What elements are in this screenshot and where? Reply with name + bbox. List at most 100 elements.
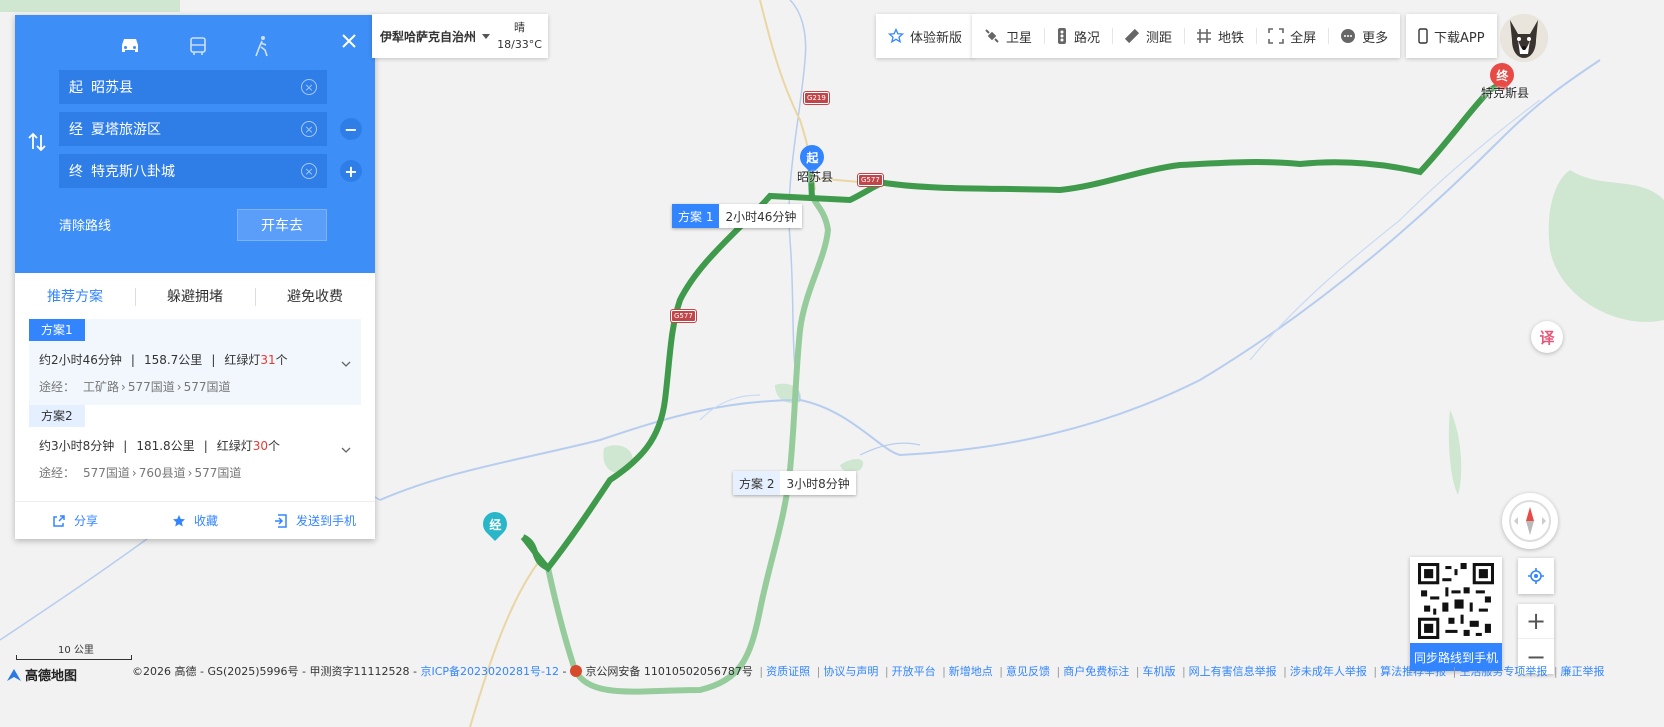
remove-via-button[interactable]: − [340, 118, 362, 140]
compass[interactable] [1502, 493, 1558, 549]
footer-link[interactable]: 协议与声明 [823, 665, 878, 678]
footer-link[interactable]: 资质证照 [766, 665, 810, 678]
tab-avoid-toll[interactable]: 避免收费 [255, 286, 375, 306]
start-input[interactable]: 起 昭苏县 × [59, 70, 327, 104]
footer: ©2026 高德 - GS(2025)5996号 - 甲测资字11112528 … [132, 665, 1605, 678]
share-icon [53, 514, 65, 527]
fullscreen-button[interactable]: 全屏 [1256, 14, 1328, 58]
footer-link[interactable]: 涉未成年人举报 [1290, 665, 1367, 678]
highway-shield: G219 [803, 91, 830, 105]
via-road: 577国道 [127, 380, 175, 394]
end-value: 特克斯八卦城 [91, 164, 175, 180]
satellite-button[interactable]: 卫星 [972, 14, 1044, 58]
drive-go-button[interactable]: 开车去 [237, 209, 327, 241]
plan-1-card[interactable]: 方案1 约2小时46分钟 | 158.7公里 | 红绿灯31个 途经： 工矿路 › 577国道… [29, 319, 361, 405]
add-via-button[interactable]: + [340, 160, 362, 182]
download-label: 下载APP [1434, 30, 1485, 46]
route-panel-header: 起 昭苏县 × 经 夏塔旅游区 × − 终 特克斯八卦城 × + 清除路线 开车… [15, 15, 375, 273]
car-icon[interactable] [115, 31, 145, 61]
measure-button[interactable]: 测距 [1112, 14, 1184, 58]
end-city-label: 特克斯县 [1481, 86, 1530, 100]
footer-dash: - [562, 665, 570, 678]
clear-via-icon[interactable]: × [301, 121, 317, 137]
route-panel: 起 昭苏县 × 经 夏塔旅游区 × − 终 特克斯八卦城 × + 清除路线 开车… [15, 15, 375, 539]
plan-summary: 约3小时8分钟 | 181.8公里 | 红绿灯30个 [39, 439, 281, 453]
footer-link[interactable]: 意见反馈 [1006, 665, 1050, 678]
close-icon[interactable] [337, 29, 361, 53]
traffic-label: 路况 [1074, 30, 1101, 46]
new-version-button[interactable]: 体验新版 [876, 14, 974, 58]
scale-label: 10 公里 [58, 645, 94, 656]
route-2-tag[interactable]: 方案 2 3小时8分钟 [733, 471, 856, 495]
icp-link[interactable]: 京ICP备2023020281号-12 [420, 665, 559, 678]
police-badge-icon [569, 665, 582, 677]
footer-link[interactable]: 开放平台 [892, 665, 936, 678]
plan-lights-unit: 个 [275, 353, 288, 367]
footer-link[interactable]: 生活服务专项举报 [1459, 665, 1547, 678]
copyright-text: ©2026 高德 - GS(2025)5996号 - 甲测资字11112528 … [132, 665, 417, 678]
route-tag-name: 方案 1 [672, 204, 720, 228]
city-selector[interactable]: 伊犁哈萨克自治州 晴 18/33°C [372, 14, 548, 58]
highway-shield: G577 [857, 173, 884, 187]
plan-2-card[interactable]: 方案2 约3小时8分钟 | 181.8公里 | 红绿灯30个 途经： 577国道 › 760县… [29, 405, 361, 491]
start-city-label: 昭苏县 [797, 170, 834, 184]
phone-icon [1418, 28, 1428, 44]
share-button[interactable]: 分享 [15, 512, 135, 529]
locate-icon [1528, 568, 1544, 584]
subway-button[interactable]: 地铁 [1184, 14, 1256, 58]
swap-icon[interactable] [27, 132, 47, 152]
tab-recommended[interactable]: 推荐方案 [15, 286, 135, 306]
new-version-box: 体验新版 [876, 14, 975, 58]
plan-badge: 方案1 [29, 319, 85, 341]
footer-link[interactable]: 廉正举报 [1561, 665, 1605, 678]
tab-avoid-congestion[interactable]: 躲避拥堵 [135, 286, 255, 306]
plan-distance: 158.7公里 [143, 353, 203, 367]
clear-start-icon[interactable]: × [301, 79, 317, 95]
plan-via: 途经： 577国道 › 760县道 › 577国道 [39, 466, 242, 480]
download-app-button[interactable]: 下载APP [1406, 14, 1497, 58]
via-label: 经 [69, 122, 83, 138]
plan-duration: 约2小时46分钟 [39, 353, 122, 367]
translate-button[interactable]: 译 [1531, 321, 1563, 353]
start-value: 昭苏县 [91, 80, 133, 96]
share-label: 分享 [73, 514, 98, 528]
satellite-label: 卫星 [1006, 30, 1033, 46]
footer-link[interactable]: 算法推荐举报 [1380, 665, 1446, 678]
weather-widget: 晴 18/33°C [497, 19, 542, 53]
footer-link[interactable]: 商户免费标注 [1063, 665, 1129, 678]
send-to-phone-button[interactable]: 发送到手机 [255, 512, 375, 529]
footer-link[interactable]: 新增地点 [949, 665, 993, 678]
avatar[interactable] [1500, 14, 1548, 62]
more-button[interactable]: 更多 [1328, 14, 1400, 58]
zoom-in-button[interactable]: + [1518, 604, 1554, 639]
qr-code-box[interactable]: 同步路线到手机 [1410, 557, 1502, 671]
walk-icon[interactable] [247, 31, 277, 61]
clear-route-link[interactable]: 清除路线 [59, 215, 111, 234]
new-version-label: 体验新版 [910, 30, 963, 46]
more-icon [1341, 29, 1356, 43]
via-input[interactable]: 经 夏塔旅游区 × [59, 112, 327, 146]
route-1-tag[interactable]: 方案 1 2小时46分钟 [672, 204, 803, 228]
end-input[interactable]: 终 特克斯八卦城 × [59, 154, 327, 188]
footer-link[interactable]: 网上有害信息举报 [1189, 665, 1277, 678]
clear-end-icon[interactable]: × [301, 163, 317, 179]
send-icon [274, 513, 287, 528]
chevron-down-icon[interactable] [341, 445, 351, 455]
via-value: 夏塔旅游区 [91, 122, 161, 138]
end-label: 终 [69, 164, 83, 180]
panel-actions: 分享 收藏 发送到手机 [15, 501, 375, 539]
star-icon [172, 514, 185, 526]
bus-icon[interactable] [183, 31, 213, 61]
locate-button[interactable] [1518, 558, 1554, 594]
via-roads-label: 途经： [39, 466, 76, 480]
traffic-button[interactable]: 路况 [1044, 14, 1112, 58]
scale-line [16, 655, 132, 660]
footer-link[interactable]: 车机版 [1142, 665, 1175, 678]
star-outline-icon [888, 28, 904, 44]
favorite-button[interactable]: 收藏 [135, 512, 255, 529]
amap-logo[interactable]: 高德地图 [6, 665, 77, 684]
plan-via: 途经： 工矿路 › 577国道 › 577国道 [39, 380, 231, 394]
temperature: 18/33°C [497, 38, 542, 51]
plan-lights-label: 红绿灯 [224, 353, 261, 367]
chevron-down-icon[interactable] [341, 359, 351, 369]
